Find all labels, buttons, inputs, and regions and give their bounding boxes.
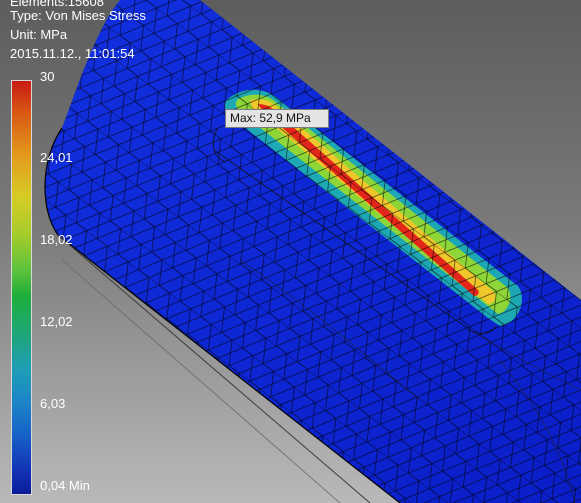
timestamp-text: 2015.11.12., 11:01:54 — [10, 46, 135, 61]
stress-color-legend — [11, 80, 32, 495]
unit-text: Unit: MPa — [10, 27, 68, 42]
legend-tick-5: 6,03 — [40, 396, 66, 411]
legend-tick-max: 30 — [40, 69, 55, 84]
fea-viewport[interactable]: Elements:15608 Type: Von Mises Stress Un… — [0, 0, 581, 503]
legend-tick-4: 12,02 — [40, 314, 73, 329]
max-probe-label[interactable]: Max: 52,9 MPa — [225, 109, 329, 128]
legend-tick-2: 24,01 — [40, 150, 73, 165]
result-type-text: Type: Von Mises Stress — [10, 8, 146, 23]
stress-model[interactable] — [0, 0, 581, 503]
legend-tick-3: 18,02 — [40, 232, 73, 247]
mesh-overlay — [44, 0, 581, 503]
legend-tick-min: 0,04 Min — [40, 478, 90, 493]
